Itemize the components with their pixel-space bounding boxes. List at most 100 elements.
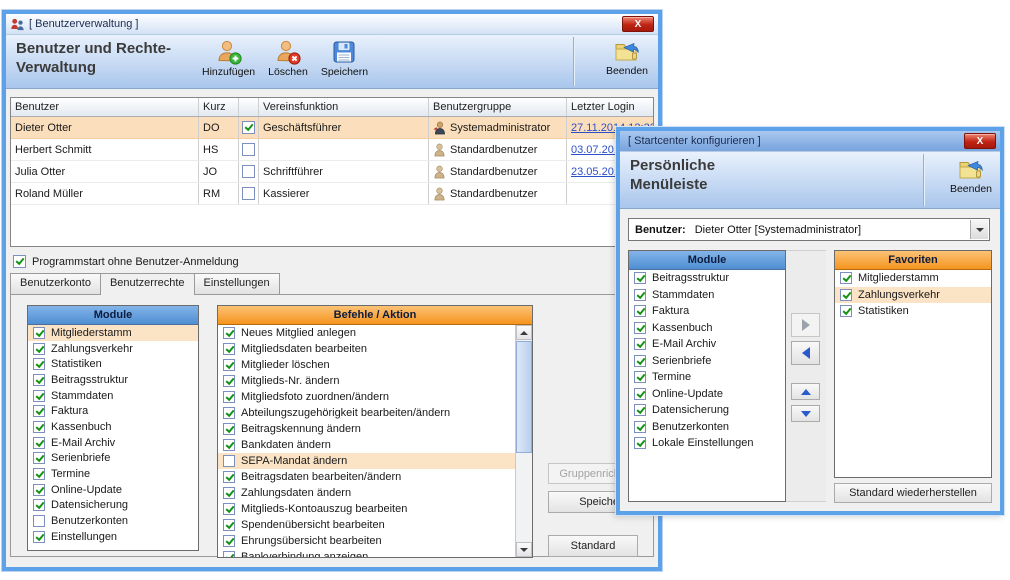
function-checkbox[interactable] <box>242 165 255 178</box>
table-row-herbert-schmitt[interactable]: Herbert SchmittHS Standardbenutzer03.07.… <box>11 139 653 161</box>
scroll-up-icon[interactable] <box>516 325 532 340</box>
checkbox[interactable] <box>223 455 235 467</box>
column-check[interactable] <box>239 98 259 116</box>
exit-button[interactable]: Beenden <box>606 38 648 77</box>
checkbox[interactable] <box>634 305 646 317</box>
actions-scrollbar[interactable] <box>515 325 532 557</box>
column-letzter-login[interactable]: Letzter Login <box>567 98 653 116</box>
save-button[interactable]: Speichern <box>321 39 368 78</box>
list-item-bankdaten-ndern[interactable]: Bankdaten ändern <box>218 437 515 453</box>
checkbox[interactable] <box>223 359 235 371</box>
cfg-close-icon[interactable]: X <box>964 133 996 149</box>
tab-benutzerrechte[interactable]: Benutzerrechte <box>100 273 195 295</box>
list-item-serienbriefe[interactable]: Serienbriefe <box>28 451 198 467</box>
checkbox[interactable] <box>33 327 45 339</box>
function-checkbox[interactable] <box>242 143 255 156</box>
list-item-online-update[interactable]: Online-Update <box>28 482 198 498</box>
checkbox[interactable] <box>33 358 45 370</box>
list-item-kassenbuch[interactable]: Kassenbuch <box>28 419 198 435</box>
checkbox[interactable] <box>33 374 45 386</box>
list-item-einstellungen[interactable]: Einstellungen <box>28 529 198 545</box>
standard-button[interactable]: Standard <box>548 535 638 557</box>
checkbox[interactable] <box>223 551 235 557</box>
list-item-serienbriefe[interactable]: Serienbriefe <box>629 353 785 370</box>
list-item-stammdaten[interactable]: Stammdaten <box>28 388 198 404</box>
list-item-mitgliedsdaten-bearbeiten[interactable]: Mitgliedsdaten bearbeiten <box>218 341 515 357</box>
checkbox[interactable] <box>33 343 45 355</box>
list-item-beitragsstruktur[interactable]: Beitragsstruktur <box>629 270 785 287</box>
checkbox[interactable] <box>634 388 646 400</box>
list-item-beitragsstruktur[interactable]: Beitragsstruktur <box>28 372 198 388</box>
scroll-down-icon[interactable] <box>516 542 532 557</box>
autologin-checkbox[interactable] <box>13 255 26 268</box>
delete-user-button[interactable]: Löschen <box>268 39 308 78</box>
move-left-button[interactable] <box>791 341 820 365</box>
checkbox[interactable] <box>223 391 235 403</box>
checkbox[interactable] <box>223 327 235 339</box>
column-kurz[interactable]: Kurz <box>199 98 239 116</box>
list-item-datensicherung[interactable]: Datensicherung <box>629 402 785 419</box>
cfg-exit-button[interactable]: Beenden <box>950 156 992 195</box>
column-benutzer[interactable]: Benutzer <box>11 98 199 116</box>
checkbox[interactable] <box>634 437 646 449</box>
list-item-online-update[interactable]: Online-Update <box>629 386 785 403</box>
checkbox[interactable] <box>33 515 45 527</box>
scrollbar-thumb[interactable] <box>516 341 532 453</box>
list-item-zahlungsverkehr[interactable]: Zahlungsverkehr <box>835 287 991 304</box>
user-select[interactable]: Benutzer: Dieter Otter [Systemadministra… <box>628 218 990 241</box>
list-item-mitglieder-l-schen[interactable]: Mitglieder löschen <box>218 357 515 373</box>
close-icon[interactable]: X <box>622 16 654 32</box>
table-row-roland-m-ller[interactable]: Roland MüllerRMKassierer Standardbenutze… <box>11 183 653 205</box>
checkbox[interactable] <box>33 421 45 433</box>
list-item-statistiken[interactable]: Statistiken <box>835 303 991 320</box>
list-item-mitgliederstamm[interactable]: Mitgliederstamm <box>835 270 991 287</box>
checkbox[interactable] <box>223 407 235 419</box>
checkbox[interactable] <box>634 421 646 433</box>
checkbox[interactable] <box>634 322 646 334</box>
restore-default-button[interactable]: Standard wiederherstellen <box>834 483 992 503</box>
checkbox[interactable] <box>223 503 235 515</box>
list-item-faktura[interactable]: Faktura <box>629 303 785 320</box>
checkbox[interactable] <box>33 531 45 543</box>
checkbox[interactable] <box>223 519 235 531</box>
checkbox[interactable] <box>223 535 235 547</box>
list-item-termine[interactable]: Termine <box>629 369 785 386</box>
list-item-spenden-bersicht-bearbeiten[interactable]: Spendenübersicht bearbeiten <box>218 517 515 533</box>
checkbox[interactable] <box>33 452 45 464</box>
move-down-button[interactable] <box>791 405 820 422</box>
checkbox[interactable] <box>223 471 235 483</box>
list-item-beitragsdaten-bearbeiten-ndern[interactable]: Beitragsdaten bearbeiten/ändern <box>218 469 515 485</box>
list-item-zahlungsverkehr[interactable]: Zahlungsverkehr <box>28 341 198 357</box>
checkbox[interactable] <box>634 404 646 416</box>
list-item-mitgliederstamm[interactable]: Mitgliederstamm <box>28 325 198 341</box>
list-item-termine[interactable]: Termine <box>28 466 198 482</box>
list-item-zahlungsdaten-ndern[interactable]: Zahlungsdaten ändern <box>218 485 515 501</box>
list-item-benutzerkonten[interactable]: Benutzerkonten <box>629 419 785 436</box>
checkbox[interactable] <box>634 289 646 301</box>
main-titlebar[interactable]: [ Benutzerverwaltung ] X <box>6 14 658 35</box>
table-row-julia-otter[interactable]: Julia OtterJOSchriftführer Standardbenut… <box>11 161 653 183</box>
list-item-mitgliedsfoto-zuordnen-ndern[interactable]: Mitgliedsfoto zuordnen/ändern <box>218 389 515 405</box>
move-up-button[interactable] <box>791 383 820 400</box>
checkbox[interactable] <box>223 423 235 435</box>
checkbox[interactable] <box>634 338 646 350</box>
list-item-beitragskennung-ndern[interactable]: Beitragskennung ändern <box>218 421 515 437</box>
tab-benutzerkonto[interactable]: Benutzerkonto <box>10 273 101 294</box>
list-item-mitglieds-nr-ndern[interactable]: Mitglieds-Nr. ändern <box>218 373 515 389</box>
function-checkbox[interactable] <box>242 187 255 200</box>
checkbox[interactable] <box>840 289 852 301</box>
checkbox[interactable] <box>33 390 45 402</box>
list-item-neues-mitglied-anlegen[interactable]: Neues Mitglied anlegen <box>218 325 515 341</box>
list-item-statistiken[interactable]: Statistiken <box>28 356 198 372</box>
column-benutzergruppe[interactable]: Benutzergruppe <box>429 98 567 116</box>
list-item-kassenbuch[interactable]: Kassenbuch <box>629 320 785 337</box>
list-item-sepa-mandat-ndern[interactable]: SEPA-Mandat ändern <box>218 453 515 469</box>
list-item-mitglieds-kontoauszug-bearbeiten[interactable]: Mitglieds-Kontoauszug bearbeiten <box>218 501 515 517</box>
checkbox[interactable] <box>840 272 852 284</box>
checkbox[interactable] <box>33 405 45 417</box>
table-row-dieter-otter[interactable]: Dieter OtterDOGeschäftsführer Systemadmi… <box>11 117 653 139</box>
list-item-faktura[interactable]: Faktura <box>28 403 198 419</box>
checkbox[interactable] <box>223 487 235 499</box>
checkbox[interactable] <box>840 305 852 317</box>
function-checkbox[interactable] <box>242 121 255 134</box>
